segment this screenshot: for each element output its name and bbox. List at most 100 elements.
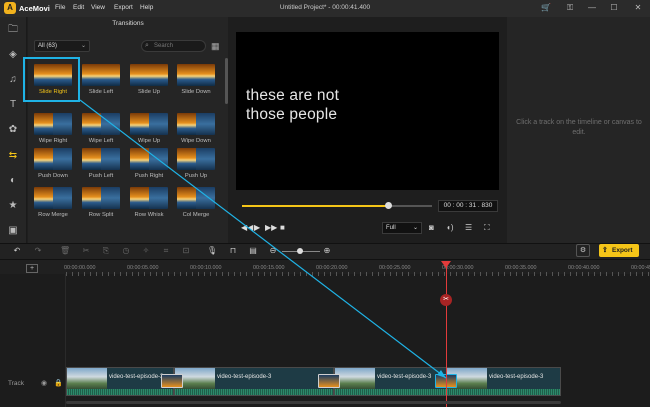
stickers-icon[interactable]: ▣: [5, 223, 21, 239]
track-label: Track: [8, 380, 25, 387]
clip-name: video-test-episode-3: [217, 374, 272, 380]
transition-label: Row Split: [88, 212, 114, 218]
close-icon[interactable]: ✕: [633, 3, 643, 13]
cart-icon[interactable]: 🛒: [541, 3, 551, 13]
previous-frame-icon[interactable]: ◀◀: [241, 223, 253, 233]
marker-icon[interactable]: ⊓: [228, 246, 238, 256]
eye-icon[interactable]: ◉: [41, 379, 47, 387]
layers-icon[interactable]: ◈: [5, 47, 21, 63]
chevron-down-icon: ⌄: [412, 225, 418, 231]
video-clip[interactable]: video-test-episode-3: [446, 367, 561, 396]
transition-label: Wipe Up: [137, 138, 161, 144]
grid-view-icon[interactable]: ▦: [211, 41, 221, 51]
transition-thumbnail[interactable]: [82, 113, 120, 135]
key-icon[interactable]: ⚿: [565, 3, 575, 13]
elements-icon[interactable]: ★: [5, 198, 21, 214]
adjust-icon[interactable]: ☰: [465, 223, 472, 233]
transition-thumbnail[interactable]: [82, 148, 120, 170]
volume-icon[interactable]: ◖): [446, 223, 454, 233]
split-icon[interactable]: ✂: [81, 246, 91, 256]
lock-icon[interactable]: 🔒: [54, 379, 63, 387]
freeze-icon[interactable]: ✧: [141, 246, 151, 256]
transition-thumbnail[interactable]: [130, 148, 168, 170]
audio-waveform: [335, 389, 453, 395]
filter-dropdown[interactable]: All (63) ⌄: [34, 40, 90, 52]
transition-thumbnail[interactable]: [130, 187, 168, 209]
transition-thumbnail[interactable]: [130, 113, 168, 135]
search-placeholder: Search: [154, 43, 174, 49]
timeline-scrollbar[interactable]: [66, 401, 561, 404]
undo-icon[interactable]: ↶: [12, 246, 22, 256]
speed-icon[interactable]: ◷: [121, 246, 131, 256]
timecode-display: 00 : 00 : 31 . 830: [438, 200, 498, 212]
transition-marker[interactable]: [161, 374, 183, 388]
transition-label: Push Up: [184, 173, 208, 179]
timeline-settings-icon[interactable]: ⚙: [576, 244, 590, 257]
fullscreen-icon[interactable]: ⛶: [484, 223, 490, 233]
ruler-time-label: 00:00:15.000: [253, 265, 285, 271]
record-voice-icon[interactable]: 🎙: [207, 246, 217, 256]
selected-transition-highlight: [23, 57, 80, 102]
filter-value: All (63): [38, 43, 58, 49]
audio-icon[interactable]: ♫: [5, 72, 21, 88]
text-icon[interactable]: T: [5, 97, 21, 113]
delete-icon[interactable]: 🗑: [60, 246, 70, 256]
quality-dropdown[interactable]: Full ⌄: [382, 222, 422, 234]
transitions-icon[interactable]: ⇆: [5, 148, 21, 164]
search-input[interactable]: ⌕ Search: [141, 40, 206, 52]
ruler-ticks: [66, 272, 650, 276]
export-label: Export: [612, 247, 633, 254]
add-track-button[interactable]: +: [26, 264, 38, 273]
transition-label: Col Merge: [182, 212, 210, 218]
transition-marker[interactable]: [318, 374, 340, 388]
mosaic-icon[interactable]: ⊡: [181, 246, 191, 256]
transition-label: Wipe Down: [181, 138, 211, 144]
clip-name: video-test-episode-3: [489, 374, 544, 380]
export-icon: ⇪: [602, 247, 608, 254]
media-icon[interactable]: 🗀: [5, 22, 21, 38]
ruler-time-label: 00:00:10.000: [190, 265, 222, 271]
window-title: Untitled Project* - 00:00:41.400: [279, 4, 371, 11]
filters-icon[interactable]: ◐: [5, 173, 21, 189]
crop-icon[interactable]: ⌗: [161, 246, 171, 256]
redo-icon[interactable]: ↷: [33, 246, 43, 256]
stop-icon[interactable]: ■: [280, 223, 285, 233]
transition-thumbnail[interactable]: [34, 187, 72, 209]
video-clip[interactable]: video-test-episode-3: [174, 367, 334, 396]
transition-thumbnail[interactable]: [177, 148, 215, 170]
scissors-icon[interactable]: ✂: [440, 294, 452, 306]
playhead-line[interactable]: [446, 262, 447, 407]
ruler-time-label: 00:00:35.000: [505, 265, 537, 271]
transition-thumbnail[interactable]: [177, 187, 215, 209]
playback-progress-fill: [242, 205, 389, 207]
zoom-out-icon[interactable]: ⊖: [268, 246, 278, 256]
clip-thumbnail: [67, 368, 107, 390]
video-clip[interactable]: video-test-episode-3: [66, 367, 174, 396]
track-header-column: [0, 274, 66, 407]
play-icon[interactable]: ▶: [254, 223, 260, 233]
zoom-in-icon[interactable]: ⊕: [322, 246, 332, 256]
transition-thumbnail[interactable]: [34, 113, 72, 135]
transition-thumbnail[interactable]: [177, 64, 215, 86]
transition-label: Push Down: [38, 173, 68, 179]
search-icon: ⌕: [145, 42, 149, 49]
transition-label: Push Right: [134, 173, 164, 179]
transition-thumbnail[interactable]: [82, 187, 120, 209]
audio-waveform: [175, 389, 333, 395]
transition-thumbnail[interactable]: [82, 64, 120, 86]
playhead-handle[interactable]: [441, 261, 451, 268]
subtitle-icon[interactable]: ▤: [248, 246, 258, 256]
transition-thumbnail[interactable]: [34, 148, 72, 170]
maximize-icon[interactable]: ☐: [609, 3, 619, 13]
preview-caption: these are not those people: [246, 86, 339, 124]
zoom-slider-knob[interactable]: [297, 248, 303, 254]
transition-label: Row Merge: [38, 212, 68, 218]
transition-thumbnail[interactable]: [130, 64, 168, 86]
next-frame-icon[interactable]: ▶▶: [265, 223, 277, 233]
minimize-icon[interactable]: —: [587, 3, 597, 13]
copy-icon[interactable]: ⎘: [101, 246, 111, 256]
effects-icon[interactable]: ✿: [5, 122, 21, 138]
snapshot-icon[interactable]: ◙: [429, 223, 434, 233]
export-button[interactable]: ⇪ Export: [599, 244, 639, 257]
transition-thumbnail[interactable]: [177, 113, 215, 135]
